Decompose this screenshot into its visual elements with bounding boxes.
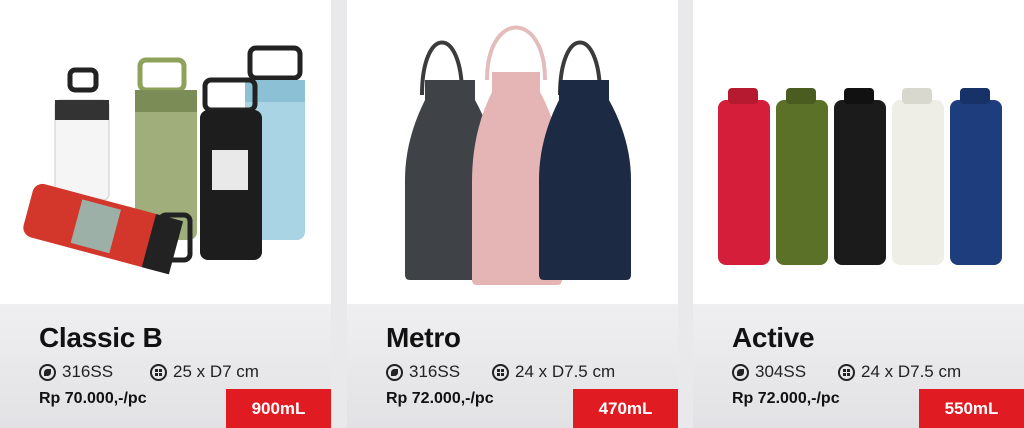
product-card-active[interactable]: Active 304SS 24 x D7.5 cm Rp 72.000,-/pc… bbox=[693, 0, 1024, 428]
dimension-icon bbox=[150, 363, 167, 381]
product-price: Rp 70.000,-/pc bbox=[39, 390, 147, 407]
material-icon bbox=[39, 363, 56, 381]
product-name: Active bbox=[732, 322, 815, 353]
material-value: 304SS bbox=[755, 362, 807, 381]
material-spec: 316SS bbox=[39, 362, 113, 382]
product-info: Classic B 316SS 25 x D7 cm Rp 70.000,-/p… bbox=[0, 304, 331, 428]
product-image[interactable] bbox=[693, 0, 1024, 304]
dimension-spec: 25 x D7 cm bbox=[150, 362, 259, 382]
material-value: 316SS bbox=[409, 362, 461, 381]
dimension-spec: 24 x D7.5 cm bbox=[492, 362, 615, 382]
material-value: 316SS bbox=[62, 362, 114, 381]
dimension-value: 25 x D7 cm bbox=[173, 362, 259, 381]
material-icon bbox=[386, 363, 403, 381]
capacity-badge: 550mL bbox=[919, 389, 1024, 428]
material-icon bbox=[732, 363, 749, 381]
dimension-icon bbox=[492, 363, 509, 381]
product-info: Active 304SS 24 x D7.5 cm Rp 72.000,-/pc… bbox=[693, 304, 1024, 428]
bottles-illustration bbox=[718, 88, 1002, 265]
tumblers-illustration bbox=[23, 45, 305, 275]
capacity-badge: 470mL bbox=[573, 389, 678, 428]
product-name: Classic B bbox=[39, 322, 163, 353]
capacity-badge: 900mL bbox=[226, 389, 331, 428]
product-card-classic-b[interactable]: Classic B 316SS 25 x D7 cm Rp 70.000,-/p… bbox=[0, 0, 331, 428]
product-image[interactable] bbox=[0, 0, 331, 304]
product-image[interactable] bbox=[347, 0, 678, 304]
product-card-metro[interactable]: Metro 316SS 24 x D7.5 cm Rp 72.000,-/pc … bbox=[347, 0, 678, 428]
product-price: Rp 72.000,-/pc bbox=[386, 390, 494, 407]
dimension-icon bbox=[838, 363, 855, 381]
product-name: Metro bbox=[386, 322, 461, 353]
dimension-value: 24 x D7.5 cm bbox=[515, 362, 616, 381]
bottles-illustration bbox=[405, 25, 631, 285]
material-spec: 316SS bbox=[386, 362, 460, 382]
product-info: Metro 316SS 24 x D7.5 cm Rp 72.000,-/pc … bbox=[347, 304, 678, 428]
dimension-spec: 24 x D7.5 cm bbox=[838, 362, 961, 382]
dimension-value: 24 x D7.5 cm bbox=[861, 362, 962, 381]
product-price: Rp 72.000,-/pc bbox=[732, 390, 840, 407]
material-spec: 304SS bbox=[732, 362, 806, 382]
